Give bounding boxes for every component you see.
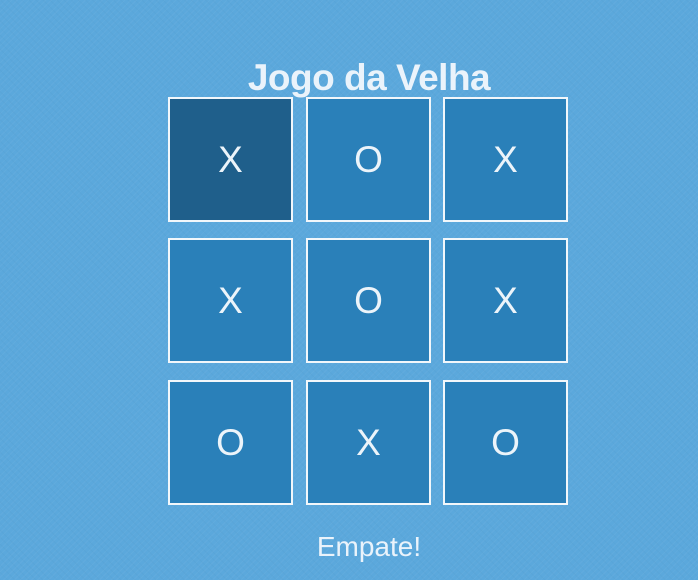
board-cell-r3-c2[interactable]: X [306, 380, 431, 505]
game-board: X O X X O X O X O [168, 97, 572, 509]
board-cell-r3-c1[interactable]: O [168, 380, 293, 505]
game-title: Jogo da Velha [247, 56, 491, 98]
board-cell-r2-c1[interactable]: X [168, 238, 293, 363]
board-cell-r1-c2[interactable]: O [306, 97, 431, 222]
board-cell-r3-c3[interactable]: O [443, 380, 568, 505]
board-cell-r2-c2[interactable]: O [306, 238, 431, 363]
game-status-message: Empate! [316, 531, 422, 562]
board-cell-r1-c1[interactable]: X [168, 97, 293, 222]
board-cell-r1-c3[interactable]: X [443, 97, 568, 222]
board-cell-r2-c3[interactable]: X [443, 238, 568, 363]
